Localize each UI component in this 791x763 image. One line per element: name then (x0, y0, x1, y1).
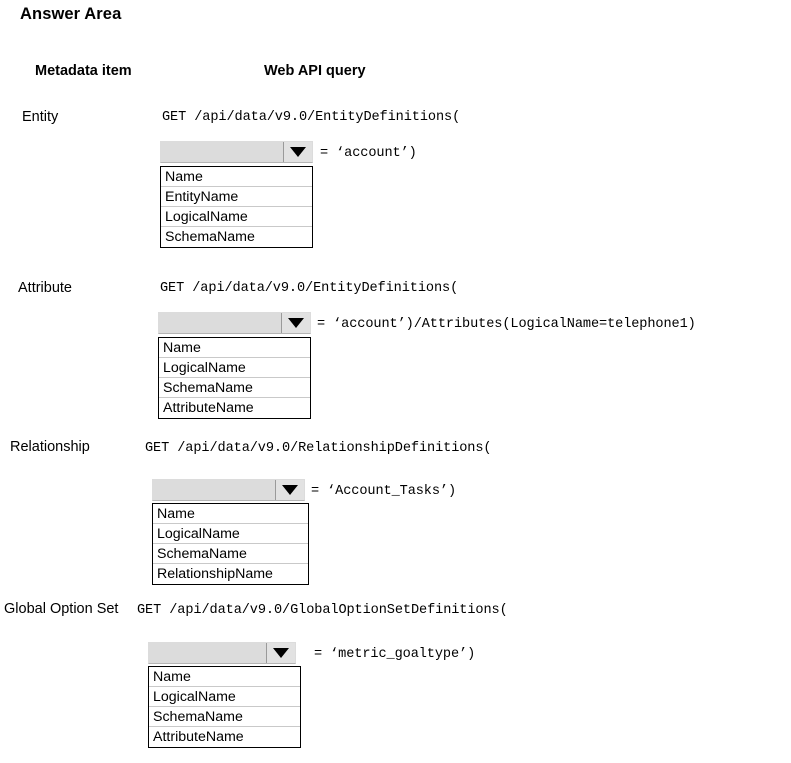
list-item[interactable]: LogicalName (159, 358, 310, 378)
column-header-web-api-query: Web API query (264, 63, 366, 79)
dropdown-attribute[interactable] (158, 312, 311, 334)
dropdown-entity[interactable] (160, 141, 313, 163)
list-item[interactable]: Name (161, 167, 312, 187)
column-header-metadata-item: Metadata item (35, 63, 132, 79)
dropdown-attribute-value[interactable] (159, 313, 282, 333)
list-item[interactable]: Name (149, 667, 300, 687)
list-item[interactable]: AttributeName (149, 727, 300, 747)
chevron-down-icon[interactable] (282, 313, 310, 333)
list-item[interactable]: Name (153, 504, 308, 524)
query-suffix-attribute: = ‘account’)/Attributes(LogicalName=tele… (317, 317, 696, 332)
answer-area-page: Answer Area Metadata item Web API query … (0, 0, 791, 763)
query-suffix-entity: = ‘account’) (320, 146, 417, 161)
list-item[interactable]: RelationshipName (153, 564, 308, 584)
dropdown-global-option-set[interactable] (148, 642, 296, 664)
query-prefix-entity: GET /api/data/v9.0/EntityDefinitions( (162, 110, 461, 125)
query-suffix-global-option-set: = ‘metric_goaltype’) (314, 647, 476, 662)
list-item[interactable]: AttributeName (159, 398, 310, 418)
list-item[interactable]: Name (159, 338, 310, 358)
option-list-global-option-set[interactable]: Name LogicalName SchemaName AttributeNam… (148, 666, 301, 748)
list-item[interactable]: SchemaName (153, 544, 308, 564)
option-list-entity[interactable]: Name EntityName LogicalName SchemaName (160, 166, 313, 248)
list-item[interactable]: SchemaName (159, 378, 310, 398)
query-prefix-attribute: GET /api/data/v9.0/EntityDefinitions( (160, 281, 459, 296)
query-prefix-global-option-set: GET /api/data/v9.0/GlobalOptionSetDefini… (137, 603, 508, 618)
row-label-attribute: Attribute (18, 280, 72, 296)
page-title: Answer Area (20, 5, 122, 23)
row-label-entity: Entity (22, 109, 59, 125)
query-suffix-relationship: = ‘Account_Tasks’) (311, 484, 457, 499)
list-item[interactable]: SchemaName (149, 707, 300, 727)
option-list-attribute[interactable]: Name LogicalName SchemaName AttributeNam… (158, 337, 311, 419)
row-label-relationship: Relationship (10, 439, 90, 455)
list-item[interactable]: LogicalName (149, 687, 300, 707)
row-label-global-option-set: Global Option Set (4, 601, 119, 617)
option-list-relationship[interactable]: Name LogicalName SchemaName Relationship… (152, 503, 309, 585)
dropdown-global-option-set-value[interactable] (149, 643, 267, 663)
list-item[interactable]: LogicalName (153, 524, 308, 544)
chevron-down-icon[interactable] (284, 142, 312, 162)
dropdown-entity-value[interactable] (161, 142, 284, 162)
chevron-down-icon[interactable] (267, 643, 295, 663)
dropdown-relationship[interactable] (152, 479, 305, 501)
query-prefix-relationship: GET /api/data/v9.0/RelationshipDefinitio… (145, 441, 492, 456)
dropdown-relationship-value[interactable] (153, 480, 276, 500)
list-item[interactable]: SchemaName (161, 227, 312, 247)
list-item[interactable]: LogicalName (161, 207, 312, 227)
chevron-down-icon[interactable] (276, 480, 304, 500)
list-item[interactable]: EntityName (161, 187, 312, 207)
